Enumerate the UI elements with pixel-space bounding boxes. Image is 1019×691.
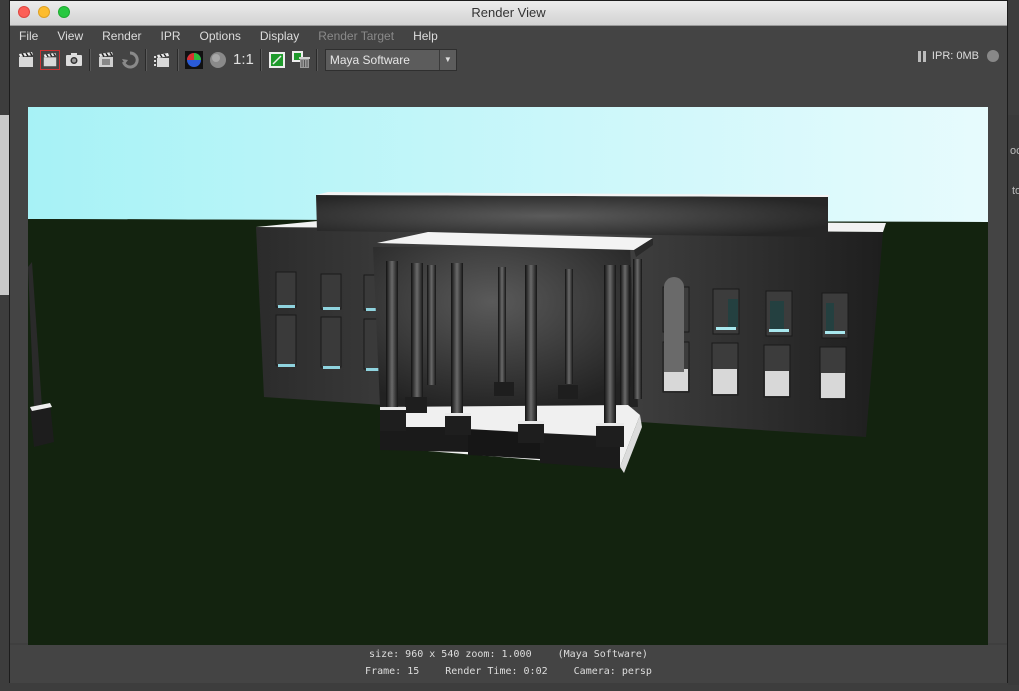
ipr-status-area: IPR: 0MB (917, 50, 999, 62)
renderer-status: (Maya Software) (557, 649, 648, 660)
render-frame-icon[interactable] (16, 50, 36, 70)
render-region-icon[interactable] (40, 49, 60, 70)
menu-options[interactable]: Options (200, 29, 241, 43)
pause-ipr-icon[interactable] (917, 50, 926, 62)
menu-render[interactable]: Render (102, 29, 141, 43)
toolbar-separator (259, 48, 262, 71)
status-bar: size: 960 x 540 zoom: 1.000 (Maya Softwa… (10, 645, 1007, 683)
menu-display[interactable]: Display (260, 29, 299, 43)
remove-image-icon[interactable] (291, 50, 311, 70)
background-panel-right: oc to (1008, 115, 1019, 685)
keep-image-icon[interactable] (267, 50, 287, 70)
background-label: oc (1010, 145, 1019, 157)
alpha-channel-icon[interactable] (208, 50, 228, 70)
toolbar-separator (315, 48, 318, 71)
ipr-render-icon[interactable] (96, 50, 116, 70)
menu-file[interactable]: File (19, 29, 38, 43)
ipr-memory-label: IPR: 0MB (931, 50, 979, 62)
menu-view[interactable]: View (57, 29, 83, 43)
toolbar-separator (145, 48, 147, 71)
render-view-window: Render View File View Render IPR Options… (9, 0, 1008, 683)
image-size-status: size: 960 x 540 zoom: 1.000 (369, 649, 532, 660)
window-title: Render View (471, 5, 546, 20)
menu-bar: File View Render IPR Options Display Ren… (10, 26, 1007, 46)
renderer-dropdown-value: Maya Software (329, 52, 410, 67)
chevron-down-icon: ▼ (438, 49, 456, 70)
ipr-status-indicator-icon (987, 50, 999, 62)
menu-help[interactable]: Help (413, 29, 438, 43)
background-label: to (1012, 185, 1019, 197)
toolbar-separator (89, 48, 91, 71)
renderer-dropdown[interactable]: Maya Software ▼ (324, 48, 457, 71)
real-size-icon[interactable]: 1:1 (233, 51, 254, 68)
render-viewport[interactable] (10, 73, 1007, 647)
menu-render-target[interactable]: Render Target (318, 29, 394, 43)
rendered-image (28, 107, 988, 647)
camera-status: Camera: persp (573, 666, 652, 677)
refresh-ipr-icon[interactable] (120, 50, 140, 70)
toolbar: 1:1 Maya Software ▼ IPR: 0MB (10, 46, 1007, 74)
rgb-channels-icon[interactable] (184, 50, 204, 70)
render-sequence-icon[interactable] (152, 50, 172, 70)
frame-status: Frame: 15 (365, 666, 420, 677)
menu-ipr[interactable]: IPR (161, 29, 181, 43)
title-bar[interactable]: Render View (10, 1, 1007, 26)
background-panel-left (0, 115, 9, 295)
toolbar-separator (177, 48, 179, 71)
snapshot-icon[interactable] (64, 50, 84, 70)
render-time-status: Render Time: 0:02 (445, 666, 548, 677)
